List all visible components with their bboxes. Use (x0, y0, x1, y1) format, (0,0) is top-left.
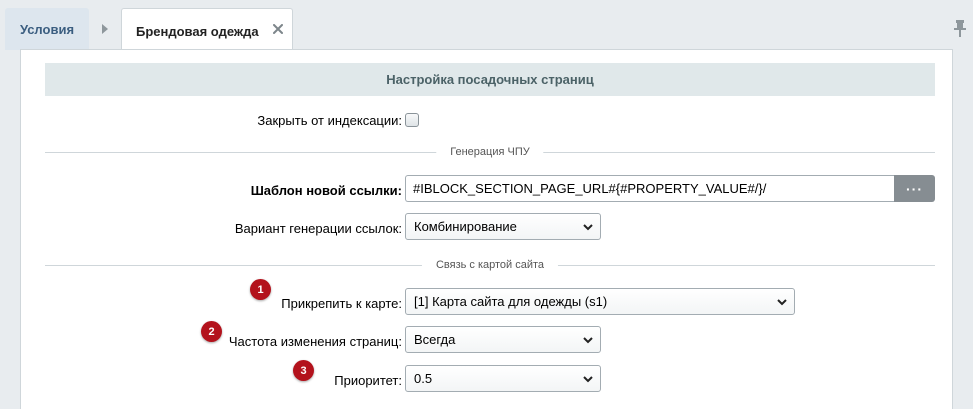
link-variant-label: Вариант генерации ссылок: (234, 220, 402, 236)
tab-conditions-label: Условия (19, 21, 75, 37)
sitemap-divider-label: Связь с картой сайта (421, 258, 559, 272)
url-template-more-button[interactable]: ··· (894, 175, 935, 202)
url-template-row: Шаблон новой ссылки: #IBLOCK_SECTION_PAG… (21, 175, 954, 205)
link-variant-select[interactable]: Комбинирование (405, 213, 601, 240)
chevron-right-icon (95, 8, 115, 50)
section-title-text: Настройка посадочных страниц (386, 72, 594, 87)
change-frequency-value: Всегда (414, 332, 456, 347)
chevron-down-icon (583, 337, 593, 344)
sitemap-attach-select[interactable]: [1] Карта сайта для одежды (s1) (405, 288, 795, 315)
sitemap-attach-value: [1] Карта сайта для одежды (s1) (414, 294, 608, 309)
change-frequency-select[interactable]: Всегда (405, 326, 601, 353)
close-icon[interactable] (270, 21, 286, 37)
priority-select[interactable]: 0.5 (405, 365, 601, 392)
settings-panel: Настройка посадочных страниц Закрыть от … (20, 49, 953, 409)
link-variant-value: Комбинирование (414, 219, 517, 234)
more-dots-icon: ··· (906, 180, 923, 197)
seo-url-divider-label: Генерация ЧПУ (436, 145, 544, 159)
priority-value: 0.5 (414, 371, 433, 386)
pin-icon[interactable] (953, 18, 967, 38)
chevron-down-icon (777, 299, 787, 306)
step-badge-1: 1 (250, 279, 271, 300)
tab-conditions[interactable]: Условия (5, 8, 89, 50)
chevron-down-icon (583, 224, 593, 231)
sitemap-attach-label: Прикрепить к карте: (281, 295, 402, 311)
noindex-checkbox[interactable] (405, 113, 419, 127)
priority-row: 3 Приоритет: 0.5 (21, 360, 954, 395)
priority-label: Приоритет: (334, 372, 402, 388)
section-title: Настройка посадочных страниц (45, 63, 935, 96)
tab-bar: Условия Брендовая одежда (0, 4, 973, 54)
noindex-row: Закрыть от индексации: (21, 105, 954, 135)
url-template-input[interactable]: #IBLOCK_SECTION_PAGE_URL#{#PROPERTY_VALU… (405, 175, 894, 202)
step-badge-2: 2 (201, 321, 222, 342)
change-frequency-label: Частота изменения страниц: (228, 333, 402, 349)
url-template-label: Шаблон новой ссылки: (250, 182, 402, 198)
seo-url-divider: Генерация ЧПУ (45, 145, 935, 159)
tab-brand-clothing[interactable]: Брендовая одежда (121, 8, 293, 54)
chevron-down-icon (583, 376, 593, 383)
link-variant-row: Вариант генерации ссылок: Комбинирование (21, 213, 954, 243)
sitemap-divider: Связь с картой сайта (45, 258, 935, 272)
noindex-label: Закрыть от индексации: (257, 112, 402, 128)
sitemap-attach-row: 1 Прикрепить к карте: [1] Карта сайта дл… (21, 279, 954, 318)
step-badge-3: 3 (293, 360, 314, 381)
change-frequency-row: 2 Частота изменения страниц: Всегда (21, 321, 954, 356)
url-template-value: #IBLOCK_SECTION_PAGE_URL#{#PROPERTY_VALU… (413, 181, 767, 196)
tab-brand-clothing-label: Брендовая одежда (136, 24, 259, 39)
